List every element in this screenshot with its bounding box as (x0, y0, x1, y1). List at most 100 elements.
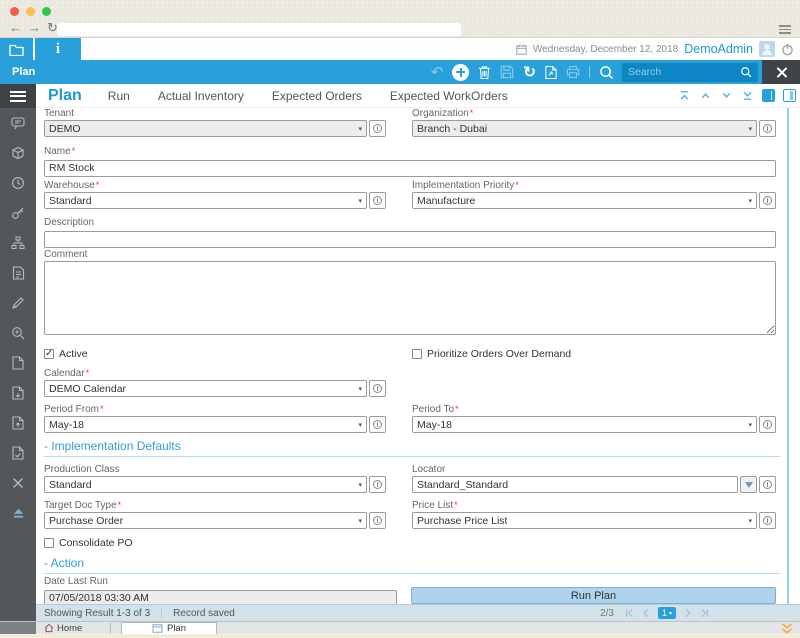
calendar-select[interactable]: DEMO Calendar▾ (44, 380, 367, 397)
add-record-icon[interactable] (452, 64, 469, 81)
next-page-icon[interactable] (683, 608, 693, 618)
run-plan-button[interactable]: Run Plan (411, 587, 776, 604)
window-zoom-button[interactable] (42, 7, 51, 16)
last-record-icon[interactable] (741, 89, 754, 102)
field-label: Organization* (412, 108, 776, 119)
close-icon[interactable] (0, 468, 36, 498)
refresh-icon[interactable]: ↻ (523, 65, 536, 80)
consolidate-po-checkbox[interactable] (44, 538, 54, 548)
field-label: Tenant* (44, 108, 386, 119)
save-icon[interactable] (500, 65, 514, 79)
report-icon[interactable] (0, 258, 36, 288)
previous-page-icon[interactable] (641, 608, 651, 618)
window-list-tab[interactable] (0, 38, 33, 60)
tab-run[interactable]: Run (108, 89, 130, 103)
browser-menu-icon[interactable] (779, 25, 791, 36)
calendar-info-button[interactable] (369, 380, 386, 397)
chat-icon[interactable] (0, 108, 36, 138)
price-list-select[interactable]: Purchase Price List▾ (412, 512, 757, 529)
close-window-button[interactable] (762, 60, 800, 84)
address-bar[interactable] (57, 23, 461, 36)
file-icon[interactable] (0, 348, 36, 378)
page-select[interactable]: 1▾ (658, 607, 676, 619)
advanced-search-icon[interactable] (599, 65, 614, 80)
warehouse-info-button[interactable] (369, 192, 386, 209)
locator-dropdown-button[interactable] (740, 476, 757, 493)
tenant-info-button[interactable] (369, 120, 386, 137)
first-page-icon[interactable] (624, 608, 634, 618)
file-import-icon[interactable] (0, 378, 36, 408)
menu-icon[interactable] (0, 84, 36, 108)
workflow-icon[interactable] (0, 228, 36, 258)
window-close-button[interactable] (10, 7, 19, 16)
delete-icon[interactable] (478, 65, 491, 80)
prioritize-orders-checkbox[interactable] (412, 349, 422, 359)
tab-plan-active[interactable]: Plan (48, 87, 82, 105)
grid-view-icon[interactable] (783, 89, 796, 102)
zoom-search-icon[interactable] (0, 318, 36, 348)
export-file-icon[interactable] (545, 65, 557, 80)
plan-form: Tenant* DEMO▾ Organization* Branch - Dub… (36, 108, 800, 604)
undo-icon[interactable]: ↶ (431, 65, 444, 80)
dropdown-caret-icon: ▾ (748, 517, 752, 525)
search-icon[interactable] (734, 63, 758, 82)
comment-textarea[interactable] (44, 261, 776, 335)
period-to-select[interactable]: May-18▾ (412, 416, 757, 433)
form-view-icon[interactable] (762, 89, 775, 102)
previous-record-icon[interactable] (699, 89, 712, 102)
tab-actual-inventory[interactable]: Actual Inventory (158, 89, 244, 103)
key-icon[interactable] (0, 198, 36, 228)
target-doc-type-info-button[interactable] (369, 512, 386, 529)
locator-input[interactable]: Standard_Standard (412, 476, 738, 493)
package-icon[interactable] (0, 138, 36, 168)
period-from-select[interactable]: May-18▾ (44, 416, 367, 433)
warehouse-select[interactable]: Standard▾ (44, 192, 367, 209)
info-icon (763, 124, 772, 133)
section-action[interactable]: - Action (44, 556, 780, 574)
period-from-info-button[interactable] (369, 416, 386, 433)
panel-splitter[interactable] (787, 108, 789, 604)
target-doc-type-select[interactable]: Purchase Order▾ (44, 512, 367, 529)
description-input[interactable] (44, 231, 776, 248)
eject-icon[interactable] (0, 498, 36, 528)
info-icon (763, 516, 772, 525)
price-list-info-button[interactable] (759, 512, 776, 529)
dropdown-caret-icon: ▾ (748, 125, 752, 133)
avatar[interactable] (759, 41, 775, 57)
name-input[interactable] (44, 160, 776, 177)
file-export-icon[interactable] (0, 408, 36, 438)
search-input[interactable] (622, 66, 734, 78)
print-icon[interactable] (566, 65, 580, 79)
checkbox-label: Active (59, 348, 88, 360)
last-page-icon[interactable] (700, 608, 710, 618)
production-class-select[interactable]: Standard▾ (44, 476, 367, 493)
tab-expected-workorders[interactable]: Expected WorkOrders (390, 89, 508, 103)
implementation-priority-select[interactable]: Manufacture▾ (412, 192, 757, 209)
active-checkbox[interactable] (44, 349, 54, 359)
next-record-icon[interactable] (720, 89, 733, 102)
tab-expected-orders[interactable]: Expected Orders (272, 89, 362, 103)
field-active: Active (44, 348, 88, 360)
browser-forward-button[interactable]: → (28, 20, 41, 35)
section-implementation-defaults[interactable]: - Implementation Defaults (44, 439, 780, 457)
plan-window-tab[interactable]: Plan (121, 622, 217, 634)
field-tenant: Tenant* DEMO▾ (44, 108, 386, 137)
implementation-priority-info-button[interactable] (759, 192, 776, 209)
organization-select[interactable]: Branch - Dubai▾ (412, 120, 757, 137)
browser-back-button[interactable]: ← (9, 20, 22, 35)
first-record-icon[interactable] (678, 89, 691, 102)
file-check-icon[interactable] (0, 438, 36, 468)
home-tab[interactable]: Home (44, 622, 82, 634)
window-minimize-button[interactable] (26, 7, 35, 16)
period-to-info-button[interactable] (759, 416, 776, 433)
user-name[interactable]: DemoAdmin (684, 42, 753, 56)
tenant-select[interactable]: DEMO▾ (44, 120, 367, 137)
home-logo-tab[interactable]: i (35, 38, 81, 60)
logout-power-icon[interactable] (781, 43, 794, 56)
locator-info-button[interactable] (759, 476, 776, 493)
expand-chevrons-icon[interactable] (780, 623, 794, 634)
organization-info-button[interactable] (759, 120, 776, 137)
production-class-info-button[interactable] (369, 476, 386, 493)
history-icon[interactable] (0, 168, 36, 198)
signature-icon[interactable] (0, 288, 36, 318)
